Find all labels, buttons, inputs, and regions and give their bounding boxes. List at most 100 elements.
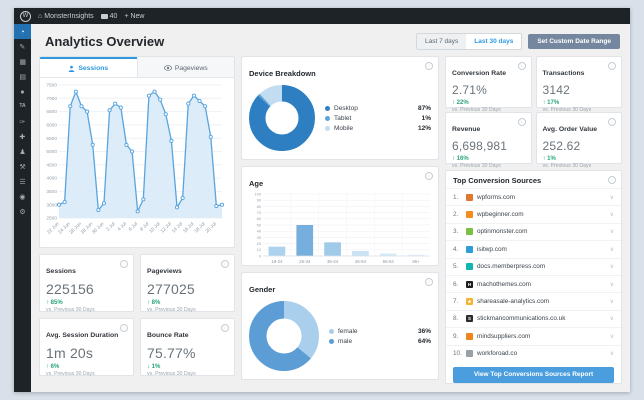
site-menu[interactable]: ⌂ MonsterInsights — [38, 13, 94, 20]
svg-text:50: 50 — [257, 222, 262, 227]
tab-sessions-label: Sessions — [78, 64, 109, 72]
stat-change: ↑ 8% — [147, 300, 161, 306]
info-icon[interactable]: i — [608, 118, 616, 126]
media-icon: ▦ — [19, 57, 26, 66]
legend-item: Desktop 87% — [325, 105, 431, 112]
chevron-down-icon[interactable]: ∨ — [610, 211, 614, 218]
svg-text:5500: 5500 — [46, 136, 57, 142]
sidebar-item-analytics-plugin[interactable]: ◉ — [14, 189, 31, 204]
chevron-down-icon[interactable]: ∨ — [610, 315, 614, 322]
sidebar-item-insights-dashboard[interactable]: ◔ — [14, 24, 31, 39]
last-30-days-button[interactable]: Last 30 days — [466, 33, 522, 49]
chevron-down-icon[interactable]: ∨ — [610, 333, 614, 340]
device-breakdown-card: Device Breakdown i Desktop 87% Tablet 1% Mobi… — [241, 56, 439, 160]
chevron-down-icon[interactable]: ∨ — [610, 194, 614, 201]
age-card: Age i 0 10 20 30 40 50 60 70 80 90 100 18-24 25-34 35-… — [241, 166, 439, 266]
date-range-segment: Last 7 days Last 30 days — [416, 32, 523, 50]
sidebar-item-plugins[interactable]: ✚ — [14, 129, 31, 144]
info-icon[interactable]: i — [517, 118, 526, 126]
tab-pageviews-label: Pageviews — [174, 64, 208, 72]
wordpress-logo-icon[interactable]: W — [20, 10, 31, 22]
source-row-6[interactable]: 6. Hmachothemes.com ∨ — [446, 274, 621, 292]
source-row-9[interactable]: 9. mindsuppliers.com ∨ — [446, 327, 621, 344]
new-menu[interactable]: + New — [124, 13, 144, 20]
stat-compare: vs. Previous 30 Days — [46, 307, 95, 313]
main-content: Analytics Overview Last 7 days Last 30 d… — [31, 24, 630, 392]
stat-change: ↑ 22% — [452, 100, 469, 106]
sidebar-item-users[interactable]: ♟ — [14, 144, 31, 159]
stat-value: 252.62 — [542, 139, 581, 153]
source-domain: wpforms.com — [477, 193, 515, 201]
sidebar-item-settings[interactable]: ☰ — [14, 174, 31, 189]
source-rank: 8. — [453, 315, 459, 323]
ta-plugin-icon: TA — [19, 103, 26, 109]
sidebar-item-comments[interactable]: ● — [14, 84, 31, 99]
chevron-down-icon[interactable]: ∨ — [610, 281, 614, 288]
source-row-4[interactable]: 4. isitwp.com ∨ — [446, 240, 621, 257]
chevron-down-icon[interactable]: ∨ — [610, 263, 614, 270]
svg-text:18-24: 18-24 — [271, 259, 283, 264]
date-range-controls: Last 7 days Last 30 days Set Custom Date… — [416, 32, 620, 50]
sidebar-item-appearance[interactable]: ✑ — [14, 114, 31, 129]
sidebar-item-ta-plugin[interactable]: TA — [14, 99, 31, 114]
svg-text:6 Jul: 6 Jul — [128, 221, 139, 232]
stat-value: 75.77% — [147, 345, 196, 361]
info-icon[interactable]: i — [425, 278, 433, 286]
info-icon[interactable]: i — [221, 324, 229, 332]
stat-compare: vs. Previous 30 Days — [147, 371, 196, 377]
right-column: Conversion Rate i 2.71% ↑ 22% vs. Previou… — [445, 56, 622, 386]
site-name: MonsterInsights — [44, 12, 94, 20]
tab-pageviews[interactable]: Pageviews — [136, 57, 234, 77]
ecommerce-stat-cards: Conversion Rate i 2.71% ↑ 22% vs. Previou… — [445, 56, 622, 169]
admin-bar: W ⌂ MonsterInsights 40 + New — [14, 8, 630, 24]
sidebar-item-collapse-gear[interactable]: ⚙ — [14, 204, 31, 219]
source-domain: optinmonster.com — [477, 228, 528, 236]
info-icon[interactable]: i — [120, 260, 128, 268]
source-row-7[interactable]: 7. ★ shareasale-analytics.com ∨ — [446, 292, 621, 309]
source-row-1[interactable]: 1. wpforms.com ∨ — [446, 188, 621, 205]
stat-label: Bounce Rate — [147, 332, 189, 339]
source-row-8[interactable]: 8. Sstickmancommunications.co.uk ∨ — [446, 309, 621, 327]
sidebar-item-posts-pin[interactable]: ✎ — [14, 39, 31, 54]
legend-item: female 36% — [329, 328, 431, 335]
source-domain: wpbeginner.com — [477, 211, 524, 219]
stat-change: ↑ 1% — [542, 156, 556, 162]
info-icon[interactable]: i — [517, 62, 526, 70]
svg-text:40: 40 — [257, 229, 262, 234]
source-row-10[interactable]: 10. workforoad.co ∨ — [446, 344, 621, 362]
top-conversion-sources-card: Top Conversion Sources i 1. wpforms.com ∨ 2.… — [445, 170, 622, 384]
svg-text:0: 0 — [259, 253, 262, 258]
chevron-down-icon[interactable]: ∨ — [610, 298, 614, 305]
sidebar-item-pages[interactable]: ▤ — [14, 69, 31, 84]
info-icon[interactable]: i — [608, 62, 616, 70]
source-rank: 4. — [453, 245, 459, 253]
comments-menu[interactable]: 40 — [100, 13, 117, 20]
last-7-days-button[interactable]: Last 7 days — [417, 33, 467, 49]
set-custom-date-range-button[interactable]: Set Custom Date Range — [528, 33, 620, 49]
info-icon[interactable]: i — [120, 324, 128, 332]
source-row-2[interactable]: 2. wpbeginner.com ∨ — [446, 205, 621, 222]
svg-text:10: 10 — [257, 247, 262, 252]
chevron-down-icon[interactable]: ∨ — [610, 228, 614, 235]
source-row-3[interactable]: 3. optinmonster.com ∨ — [446, 222, 621, 240]
svg-text:25-34: 25-34 — [299, 259, 311, 264]
source-row-5[interactable]: 5. docs.memberpress.com ∨ — [446, 257, 621, 275]
info-icon[interactable]: i — [221, 260, 229, 268]
stat-compare: vs. Previous 30 Days — [452, 163, 501, 169]
info-icon[interactable]: i — [425, 62, 433, 70]
avg-order-value-card: Avg. Order Value i 252.62 ↑ 1% vs. Previo… — [535, 112, 622, 169]
legend-label: male — [338, 337, 353, 345]
chevron-down-icon[interactable]: ∨ — [610, 246, 614, 253]
svg-text:3000: 3000 — [46, 202, 57, 208]
sidebar-item-tools[interactable]: ⚒ — [14, 159, 31, 174]
info-icon[interactable]: i — [608, 176, 616, 184]
tab-sessions[interactable]: Sessions — [40, 57, 137, 77]
analytics-plugin-icon: ◉ — [19, 192, 26, 201]
view-sources-report-button[interactable]: View Top Conversions Sources Report — [453, 366, 614, 383]
info-icon[interactable]: i — [425, 172, 433, 180]
chevron-down-icon[interactable]: ∨ — [610, 350, 614, 357]
source-domain: docs.memberpress.com — [477, 263, 546, 271]
sidebar-item-media[interactable]: ▦ — [14, 54, 31, 69]
pageviews-stat-card: Pageviews i 277025 ↑ 8% vs. Previous 30 D… — [140, 254, 235, 313]
favicon-icon: S — [466, 315, 473, 323]
